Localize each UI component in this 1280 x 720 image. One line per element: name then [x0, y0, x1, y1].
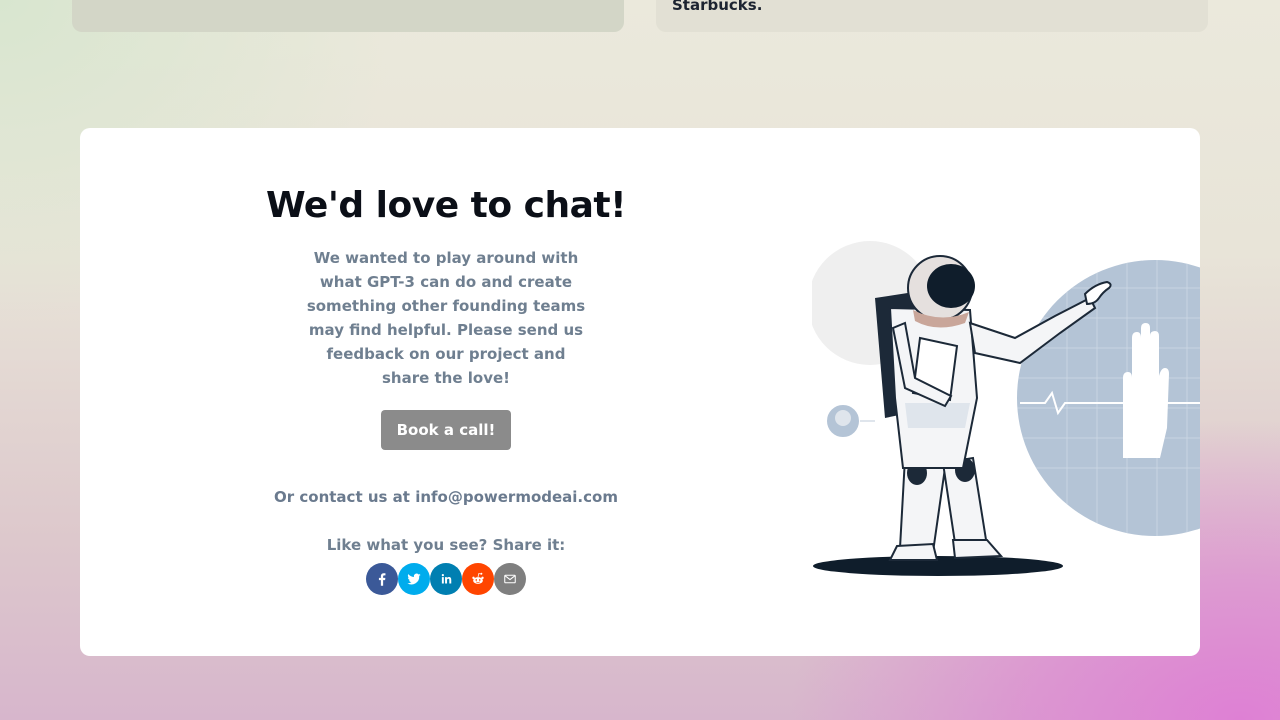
share-twitter-button[interactable]	[398, 562, 430, 595]
share-linkedin-button[interactable]	[430, 562, 462, 595]
cta-description: We wanted to play around with what GPT-3…	[306, 248, 586, 387]
email-icon	[504, 574, 516, 583]
share-facebook-button[interactable]	[366, 562, 398, 595]
contact-line: Or contact us at info@powermodeai.com	[256, 488, 636, 506]
facebook-icon	[378, 572, 386, 586]
contact-email-link[interactable]: info@powermodeai.com	[415, 488, 618, 506]
top-card-left	[72, 0, 624, 32]
share-label: Like what you see? Share it:	[326, 535, 566, 554]
top-card-text: Starbucks.	[672, 0, 763, 14]
share-reddit-button[interactable]	[462, 562, 494, 595]
share-email-button[interactable]	[494, 562, 526, 595]
contact-prefix: Or contact us at	[274, 487, 410, 506]
contact-cta-card: We'd love to chat! We wanted to play aro…	[80, 128, 1200, 656]
cta-content: We'd love to chat! We wanted to play aro…	[256, 186, 636, 595]
linkedin-icon	[441, 573, 452, 584]
top-card-right: Starbucks.	[656, 0, 1208, 32]
book-call-button[interactable]: Book a call!	[380, 409, 512, 450]
reddit-icon	[472, 572, 484, 584]
share-buttons	[256, 562, 636, 595]
twitter-icon	[407, 573, 421, 584]
astronaut-illustration	[805, 228, 1200, 576]
cta-title: We'd love to chat!	[265, 185, 627, 226]
